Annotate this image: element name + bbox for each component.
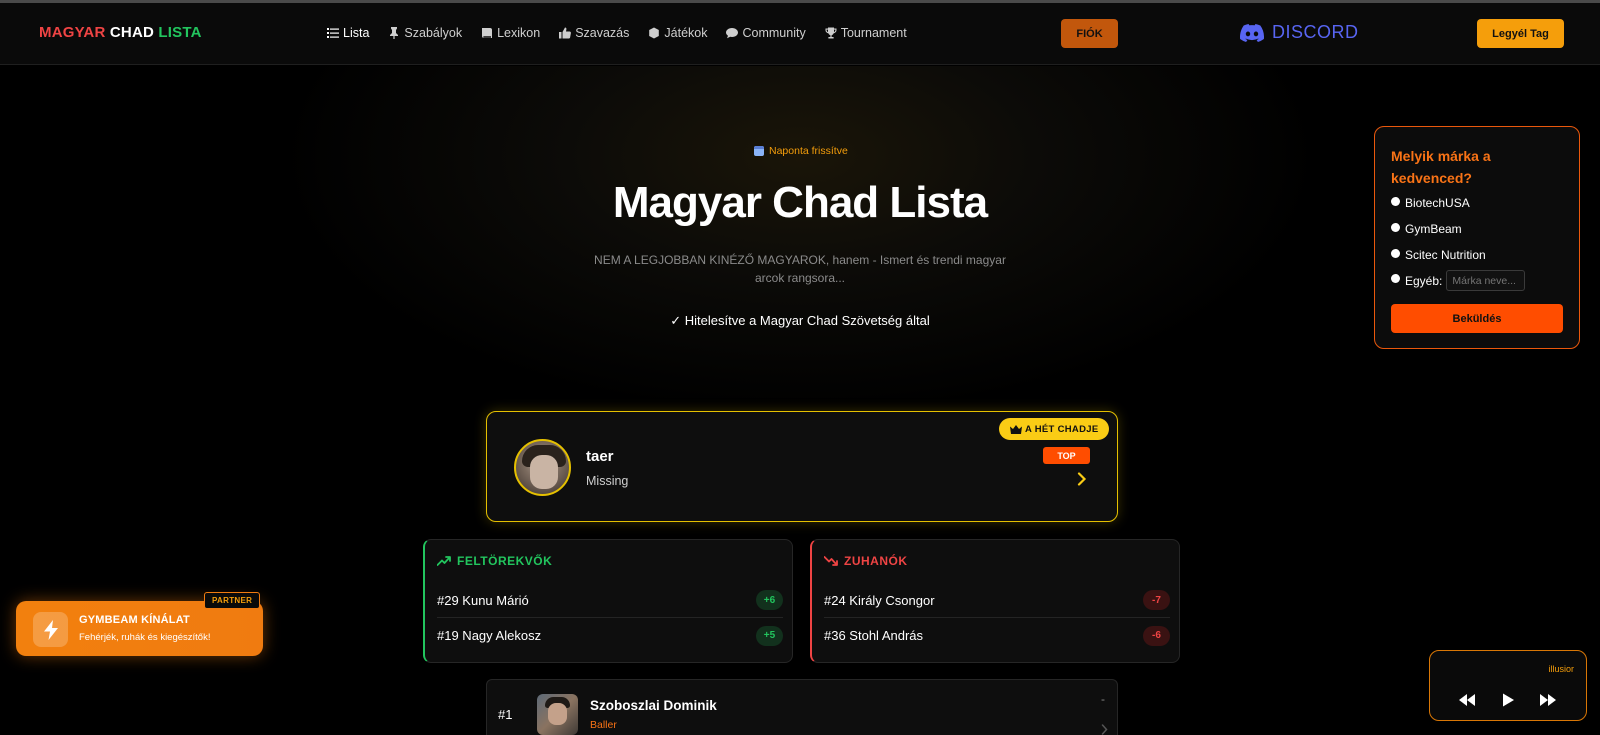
nav-item-szavazas[interactable]: Szavazás	[559, 26, 629, 40]
list-icon	[327, 28, 339, 38]
list-item[interactable]: #29 Kunu Márió +6	[437, 583, 783, 618]
play-icon	[1503, 693, 1514, 707]
next-button[interactable]	[1538, 692, 1558, 708]
rank-change-badge: +6	[756, 590, 783, 610]
partner-pill: PARTNER	[204, 592, 261, 609]
join-button[interactable]: Legyél Tag	[1477, 19, 1564, 48]
nav-item-jatekok[interactable]: Játékok	[648, 26, 707, 40]
previous-button[interactable]	[1457, 692, 1477, 708]
site-logo[interactable]: MAGYAR CHAD LISTA	[39, 24, 202, 41]
daily-update-badge: Naponta frissítve	[754, 145, 848, 157]
track-name: illusior	[1548, 664, 1574, 674]
poll-option-other[interactable]: Egyéb:	[1391, 270, 1526, 291]
week-chad-subtitle: Missing	[586, 474, 629, 488]
calendar-icon	[754, 146, 764, 156]
page-subtitle: NEM A LEGJOBBAN KINÉZŐ MAGYAROK, hanem -…	[594, 253, 1006, 285]
rank-number: #1	[498, 707, 513, 722]
poll-option-scitec[interactable]: Scitec Nutrition	[1391, 248, 1486, 262]
radio-button[interactable]	[1391, 222, 1400, 232]
rank-change-badge: -7	[1143, 590, 1170, 610]
radio-button[interactable]	[1391, 196, 1400, 206]
rank-change-badge: +5	[756, 625, 783, 646]
risers-title: FELTÖREKVŐK	[437, 554, 552, 568]
brand-poll: Melyik márka a kedvenced? BiotechUSA Gym…	[1374, 126, 1580, 349]
account-button[interactable]: FIÓK	[1061, 19, 1118, 48]
avatar	[514, 439, 571, 496]
partner-subtitle: Fehérjék, ruhák és kiegészítők!	[79, 632, 211, 643]
fallers-panel: ZUHANÓK #24 Király Csongor -7 #36 Stohl …	[810, 539, 1180, 663]
discord-link[interactable]: DISCORD	[1240, 22, 1359, 43]
poll-option-biotechusa[interactable]: BiotechUSA	[1391, 196, 1470, 210]
poll-option-gymbeam[interactable]: GymBeam	[1391, 222, 1462, 236]
list-item[interactable]: #19 Nagy Alekosz +5	[437, 618, 783, 653]
avatar	[537, 694, 578, 735]
pin-icon	[390, 27, 399, 39]
person-name: Szoboszlai Dominik	[590, 698, 717, 713]
top-badge: TOP	[1043, 447, 1090, 464]
music-player: illusior	[1429, 650, 1587, 721]
hero-section	[0, 66, 1600, 411]
lightning-icon	[33, 612, 68, 647]
chat-icon	[726, 28, 739, 39]
poll-question: Melyik márka a kedvenced?	[1391, 148, 1491, 186]
week-chad-card[interactable]: A HÉT CHADJE taer Missing TOP	[486, 411, 1118, 522]
fast-forward-icon	[1540, 694, 1556, 706]
trophy-icon	[825, 27, 837, 39]
navbar: MAGYAR CHAD LISTA Lista Szabályok Lexiko…	[0, 3, 1600, 65]
week-chad-badge: A HÉT CHADJE	[999, 418, 1110, 440]
rank-change-badge: -6	[1143, 625, 1170, 646]
fallers-title: ZUHANÓK	[824, 554, 908, 568]
radio-button[interactable]	[1391, 274, 1400, 283]
nav-item-community[interactable]: Community	[726, 26, 806, 40]
verified-note: ✓ Hitelesítve a Magyar Chad Szövetség ál…	[670, 313, 930, 328]
partner-promo[interactable]: PARTNER GYMBEAM KÍNÁLAT Fehérjék, ruhák …	[16, 592, 263, 656]
trending-down-icon	[824, 556, 838, 566]
discord-icon	[1240, 23, 1264, 42]
nav-item-lexikon[interactable]: Lexikon	[481, 26, 540, 40]
chevron-right-icon[interactable]	[1077, 472, 1087, 486]
list-item[interactable]: #36 Stohl András -6	[824, 618, 1170, 653]
crown-icon	[1010, 424, 1022, 434]
dice-icon	[649, 27, 660, 39]
nav-item-tournament[interactable]: Tournament	[825, 26, 907, 40]
rank-change: -	[1101, 692, 1105, 706]
nav-item-lista[interactable]: Lista	[327, 26, 369, 40]
ranking-row[interactable]: #1 Szoboszlai Dominik Baller -	[486, 679, 1118, 735]
rewind-icon	[1459, 694, 1475, 706]
radio-button[interactable]	[1391, 248, 1400, 258]
poll-submit-button[interactable]: Beküldés	[1391, 304, 1563, 333]
risers-panel: FELTÖREKVŐK #29 Kunu Márió +6 #19 Nagy A…	[423, 539, 793, 663]
trending-up-icon	[437, 556, 451, 566]
list-item[interactable]: #24 Király Csongor -7	[824, 583, 1170, 618]
person-tag: Baller	[590, 719, 617, 731]
partner-title: GYMBEAM KÍNÁLAT	[79, 614, 190, 626]
book-icon	[482, 28, 493, 38]
other-brand-input[interactable]	[1446, 270, 1526, 291]
week-chad-name: taer	[586, 448, 614, 465]
page-title: Magyar Chad Lista	[612, 178, 988, 227]
chevron-right-icon[interactable]	[1101, 724, 1108, 735]
nav-item-szabalyok[interactable]: Szabályok	[388, 26, 462, 40]
thumbs-up-icon	[559, 27, 572, 39]
main-menu: Lista Szabályok Lexikon Szavazás Játékok…	[327, 26, 926, 40]
play-button[interactable]	[1498, 692, 1518, 708]
